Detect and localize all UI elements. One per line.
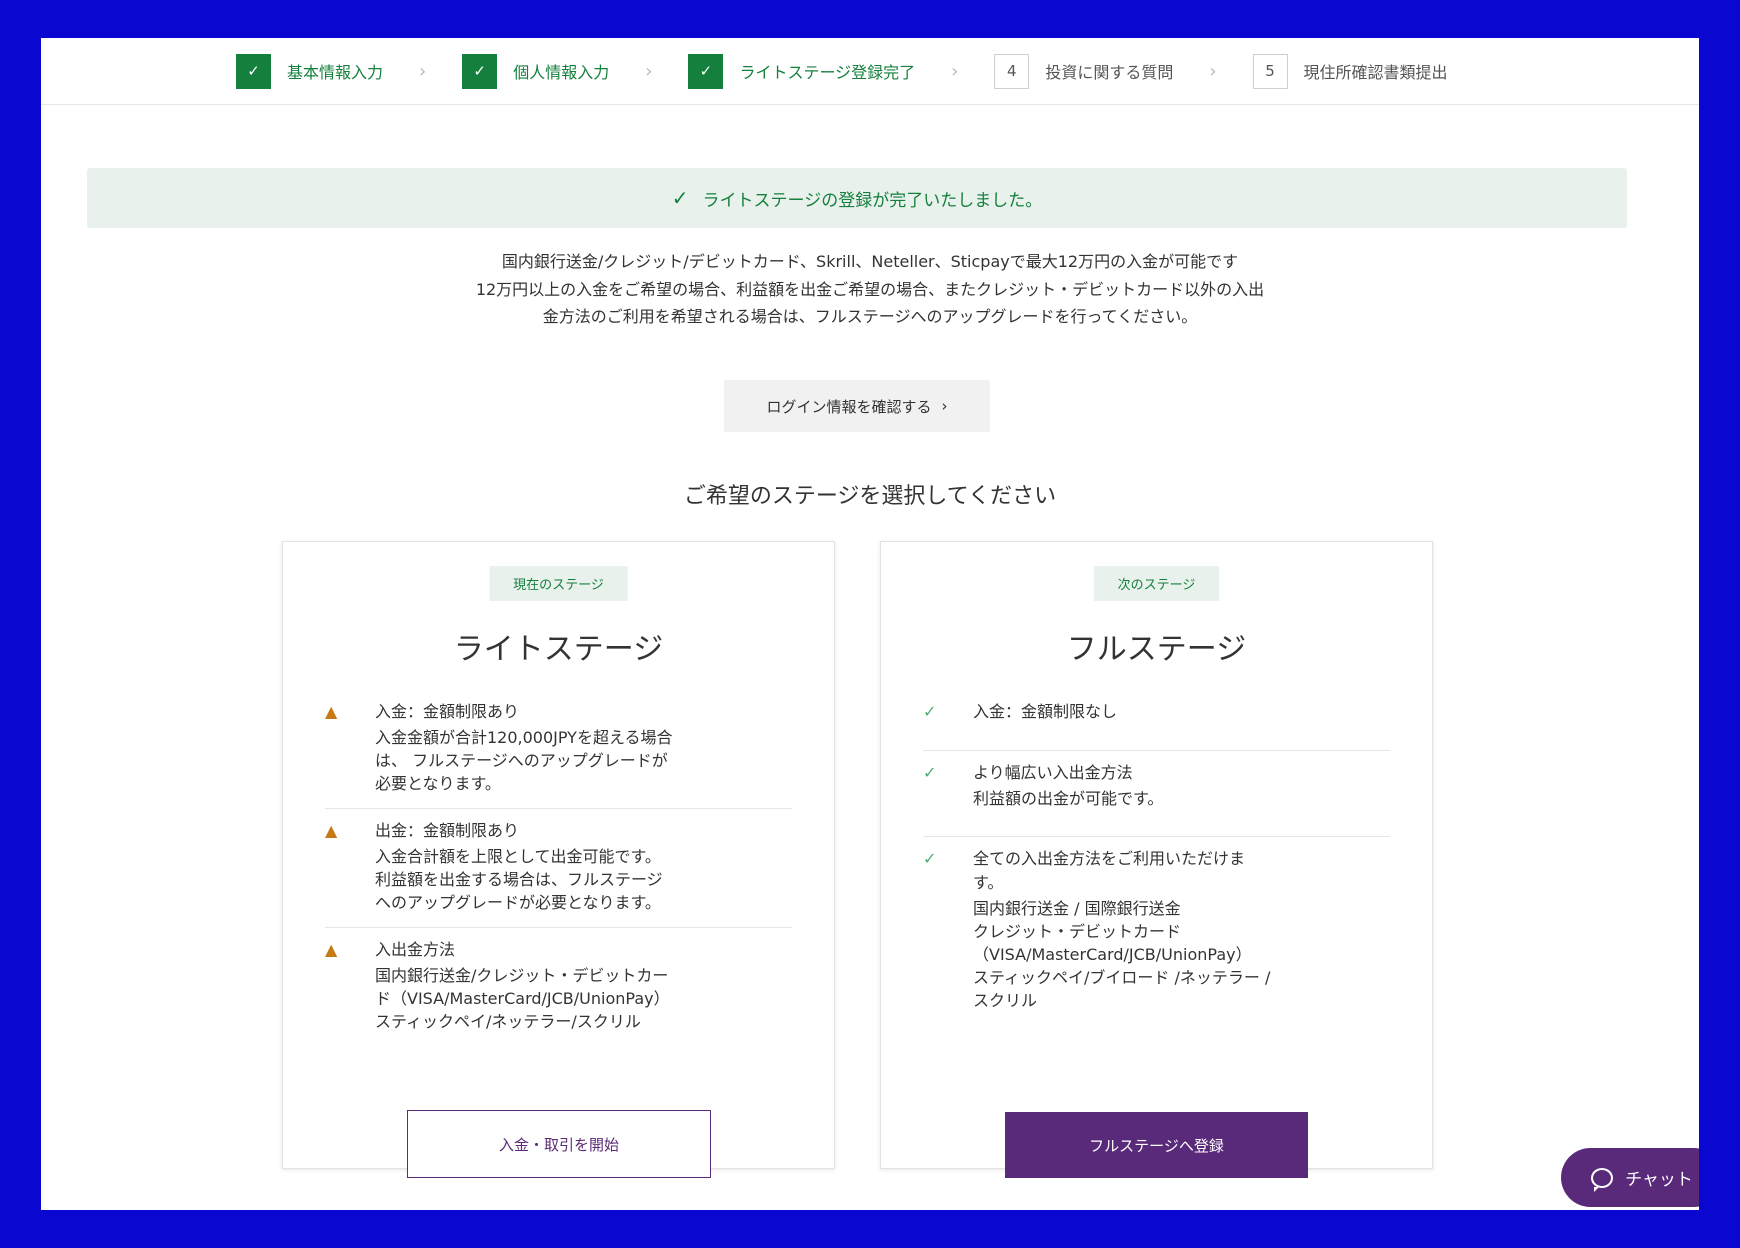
desc-line: へのアップグレードが必要となります。 (375, 893, 661, 912)
step-check-icon: ✓ (236, 53, 271, 89)
chat-button[interactable]: チャット (1561, 1148, 1699, 1207)
notice-line: 金方法のご利用を希望される場合は、フルステージへのアップグレードを行ってください… (542, 307, 1198, 326)
chevron-right-icon: › (951, 60, 959, 82)
step-investment-questions: 4 投資に関する質問 (994, 53, 1174, 89)
step-basic-info: ✓ 基本情報入力 (236, 53, 384, 89)
check-login-info-button[interactable]: ログイン情報を確認する › (724, 380, 990, 432)
card-title: ライトステージ (453, 632, 664, 667)
feature-title: より幅広い入出金方法 (973, 763, 1133, 782)
feature-withdrawal: ▲ 出金：金額制限あり 入金合計額を上限として出金可能です。 利益額を出金する場… (325, 809, 792, 928)
desc-line: クレジット・デビットカード (973, 922, 1182, 941)
check-icon: ✓ (671, 186, 689, 210)
current-stage-badge: 現在のステージ (489, 566, 628, 601)
step-label: 現住所確認書類提出 (1303, 63, 1448, 82)
chat-bubble-icon (1591, 1167, 1614, 1192)
warning-icon: ▲ (325, 821, 338, 840)
start-trading-button[interactable]: 入金・取引を開始 (407, 1110, 711, 1178)
progress-stepper: ✓ 基本情報入力 › ✓ 個人情報入力 › ✓ ライトステージ登録完了 › 4 … (41, 38, 1699, 105)
light-stage-card: 現在のステージ ライトステージ ▲ 入金：金額制限あり 入金金額が合計120,0… (282, 541, 835, 1178)
desc-line: 利益額の出金が可能です。 (973, 789, 1164, 808)
warning-icon: ▲ (325, 940, 338, 959)
step-label: 個人情報入力 (513, 63, 610, 82)
desc-line: 必要となります。 (375, 774, 501, 793)
success-banner: ✓ ライトステージの登録が完了いたしました。 (87, 168, 1627, 228)
feature-title: 全ての入出金方法をご利用いただけま す。 (973, 849, 1246, 892)
desc-line: 国内銀行送金 / 国際銀行送金 (973, 899, 1181, 918)
desc-line: スティックペイ/ブイロード /ネッテラー / (973, 968, 1271, 987)
feature-description: 入金合計額を上限として出金可能です。 利益額を出金する場合は、フルステージ への… (375, 845, 663, 914)
desc-line: スクリル (973, 991, 1038, 1010)
check-icon: ✓ (923, 763, 937, 782)
desc-line: スティックペイ/ネッテラー/スクリル (375, 1012, 641, 1031)
next-stage-badge: 次のステージ (1093, 566, 1220, 601)
feature-title: 入金：金額制限あり (375, 702, 520, 721)
feature-description: 国内銀行送金/クレジット・デビットカー ド（VISA/MasterCard/JC… (375, 964, 670, 1033)
card-title: フルステージ (1066, 632, 1247, 667)
step-check-icon: ✓ (462, 53, 498, 89)
warning-icon: ▲ (325, 702, 338, 721)
feature-deposit: ✓ 入金：金額制限なし (923, 690, 1390, 751)
registration-page: ✓ 基本情報入力 › ✓ 個人情報入力 › ✓ ライトステージ登録完了 › 4 … (41, 38, 1699, 1210)
chevron-right-icon: › (645, 60, 653, 82)
feature-description: 入金金額が合計120,000JPYを超える場合 は、 フルステージへのアップグレ… (375, 726, 672, 795)
step-check-icon: ✓ (688, 53, 724, 89)
step-number: 5 (1252, 53, 1288, 89)
stage-select-heading: ご希望のステージを選択してください (683, 484, 1057, 509)
feature-title: 入金：金額制限なし (973, 702, 1118, 721)
desc-line: 利益額を出金する場合は、フルステージ (375, 870, 663, 889)
feature-list: ▲ 入金：金額制限あり 入金金額が合計120,000JPYを超える場合 は、 フ… (325, 690, 792, 1046)
chevron-right-icon: › (419, 60, 427, 82)
desc-line: ド（VISA/MasterCard/JCB/UnionPay） (375, 989, 670, 1008)
feature-deposit: ▲ 入金：金額制限あり 入金金額が合計120,000JPYを超える場合 は、 フ… (325, 690, 792, 809)
step-number: 4 (994, 53, 1030, 89)
notice-line: 12万円以上の入金をご希望の場合、利益額を出金ご希望の場合、またクレジット・デビ… (475, 279, 1265, 299)
feature-description: 国内銀行送金 / 国際銀行送金 クレジット・デビットカード （VISA/Mast… (973, 897, 1270, 1012)
desc-line: （VISA/MasterCard/JCB/UnionPay） (973, 945, 1252, 964)
feature-list: ✓ 入金：金額制限なし ✓ より幅広い入出金方法 利益額の出金が可能です。 ✓ … (923, 690, 1390, 1012)
chat-label: チャット (1625, 1170, 1693, 1190)
desc-line: 入金金額が合計120,000JPYを超える場合 (375, 728, 673, 747)
desc-line: 国内銀行送金/クレジット・デビットカー (375, 966, 669, 985)
register-full-stage-button[interactable]: フルステージへ登録 (1005, 1112, 1308, 1178)
check-icon: ✓ (923, 702, 937, 721)
check-icon: ✓ (923, 849, 937, 868)
feature-payment-methods: ▲ 入出金方法 国内銀行送金/クレジット・デビットカー ド（VISA/Maste… (325, 928, 792, 1046)
feature-title: 出金：金額制限あり (375, 821, 520, 840)
notice-line: 国内銀行送金/クレジット/デビットカード、Skrill、Neteller、Sti… (501, 252, 1239, 271)
full-stage-card: 次のステージ フルステージ ✓ 入金：金額制限なし ✓ より幅広い入出金方法 利… (880, 541, 1433, 1178)
step-light-stage-complete: ✓ ライトステージ登録完了 (688, 53, 916, 89)
feature-title: 入出金方法 (375, 940, 456, 959)
button-label: ログイン情報を確認する (766, 397, 932, 416)
success-message: ライトステージの登録が完了いたしました。 (702, 190, 1043, 211)
feature-description: 利益額の出金が可能です。 (973, 787, 1163, 810)
deposit-notice: 国内銀行送金/クレジット/デビットカード、Skrill、Neteller、Sti… (41, 248, 1699, 331)
step-personal-info: ✓ 個人情報入力 (462, 53, 610, 89)
feature-all-methods: ✓ 全ての入出金方法をご利用いただけま す。 国内銀行送金 / 国際銀行送金 ク… (923, 837, 1390, 1012)
chevron-right-icon: › (1209, 60, 1217, 82)
step-label: 基本情報入力 (287, 63, 384, 82)
step-label: ライトステージ登録完了 (739, 63, 916, 82)
step-label: 投資に関する質問 (1045, 63, 1174, 82)
feature-payment-range: ✓ より幅広い入出金方法 利益額の出金が可能です。 (923, 751, 1390, 837)
step-address-documents: 5 現住所確認書類提出 (1252, 53, 1448, 89)
chevron-right-icon: › (941, 397, 948, 415)
desc-line: は、 フルステージへのアップグレードが (375, 751, 668, 770)
desc-line: 入金合計額を上限として出金可能です。 (375, 847, 661, 866)
